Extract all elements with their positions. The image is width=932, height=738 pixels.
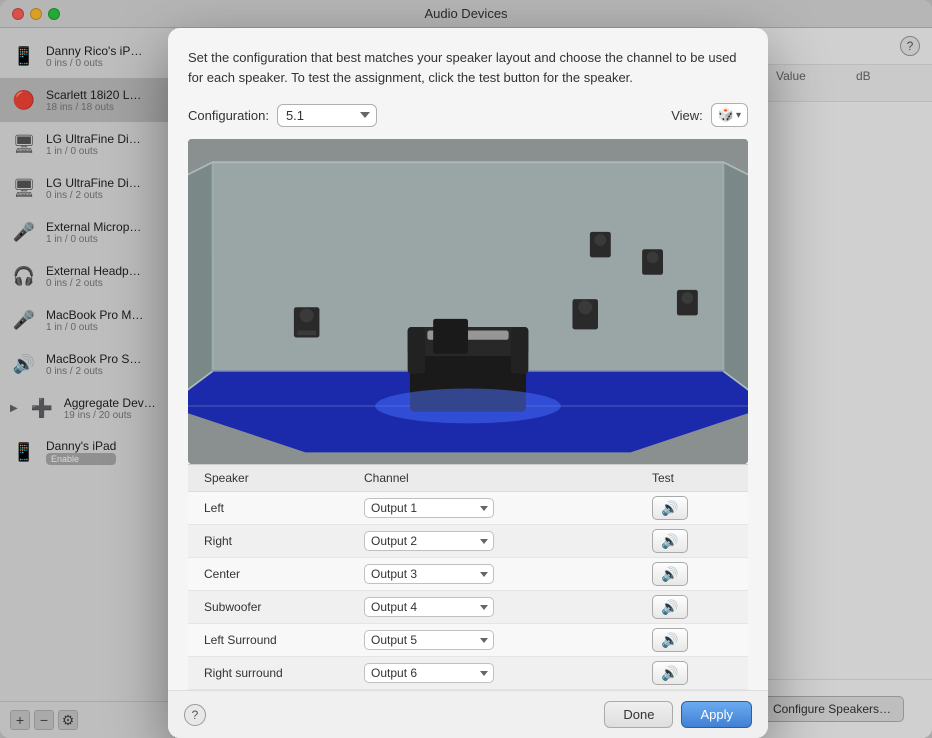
col-test: Test	[652, 471, 732, 485]
config-label-group: Configuration: StereoQuad5.17.1	[188, 104, 377, 127]
footer-buttons: Done Apply	[604, 701, 752, 728]
speaker-name: Subwoofer	[204, 600, 364, 614]
speaker-name: Left Surround	[204, 633, 364, 647]
modal-footer: ? Done Apply	[168, 690, 768, 738]
test-button-subwoofer[interactable]: 🔊	[652, 595, 688, 619]
speaker-name: Right surround	[204, 666, 364, 680]
test-button-left[interactable]: 🔊	[652, 496, 688, 520]
configuration-select[interactable]: StereoQuad5.17.1	[277, 104, 377, 127]
test-button-right[interactable]: 🔊	[652, 529, 688, 553]
speaker-row: Left Output 1Output 2Output 3Output 4Out…	[188, 492, 748, 525]
chevron-down-icon: ▾	[736, 110, 741, 121]
cube-icon: 🎲	[718, 107, 734, 123]
view-label-group: View: 🎲 ▾	[671, 103, 748, 127]
modal-instruction: Set the configuration that best matches …	[188, 48, 748, 87]
channel-select-left[interactable]: Output 1Output 2Output 3Output 4Output 5…	[364, 498, 494, 518]
speaker-name: Left	[204, 501, 364, 515]
speaker-row: Right surround Output 1Output 2Output 3O…	[188, 657, 748, 690]
channel-select-right[interactable]: Output 1Output 2Output 3Output 4Output 5…	[364, 531, 494, 551]
done-button[interactable]: Done	[604, 701, 673, 728]
test-button-right-surround[interactable]: 🔊	[652, 661, 688, 685]
speaker-row: Center Output 1Output 2Output 3Output 4O…	[188, 558, 748, 591]
apply-button[interactable]: Apply	[681, 701, 752, 728]
channel-select-subwoofer[interactable]: Output 1Output 2Output 3Output 4Output 5…	[364, 597, 494, 617]
speaker-row: Right Output 1Output 2Output 3Output 4Ou…	[188, 525, 748, 558]
speaker-config-modal: Set the configuration that best matches …	[168, 28, 768, 738]
speaker-name: Center	[204, 567, 364, 581]
test-button-left-surround[interactable]: 🔊	[652, 628, 688, 652]
channel-select-right-surround[interactable]: Output 1Output 2Output 3Output 4Output 5…	[364, 663, 494, 683]
config-row: Configuration: StereoQuad5.17.1 View: 🎲 …	[188, 103, 748, 127]
speaker-table: Speaker Channel Test Left Output 1Output…	[188, 464, 748, 690]
col-speaker: Speaker	[204, 471, 364, 485]
config-label: Configuration:	[188, 108, 269, 123]
test-button-center[interactable]: 🔊	[652, 562, 688, 586]
view-button[interactable]: 🎲 ▾	[711, 103, 748, 127]
modal-help-button[interactable]: ?	[184, 704, 206, 726]
speaker-name: Right	[204, 534, 364, 548]
view-label: View:	[671, 108, 703, 123]
speaker-rows: Left Output 1Output 2Output 3Output 4Out…	[188, 492, 748, 690]
speaker-table-header: Speaker Channel Test	[188, 465, 748, 492]
3d-scene	[188, 139, 748, 464]
channel-select-left-surround[interactable]: Output 1Output 2Output 3Output 4Output 5…	[364, 630, 494, 650]
speaker-row: Left Surround Output 1Output 2Output 3Ou…	[188, 624, 748, 657]
speaker-row: Subwoofer Output 1Output 2Output 3Output…	[188, 591, 748, 624]
col-channel: Channel	[364, 471, 652, 485]
channel-select-center[interactable]: Output 1Output 2Output 3Output 4Output 5…	[364, 564, 494, 584]
